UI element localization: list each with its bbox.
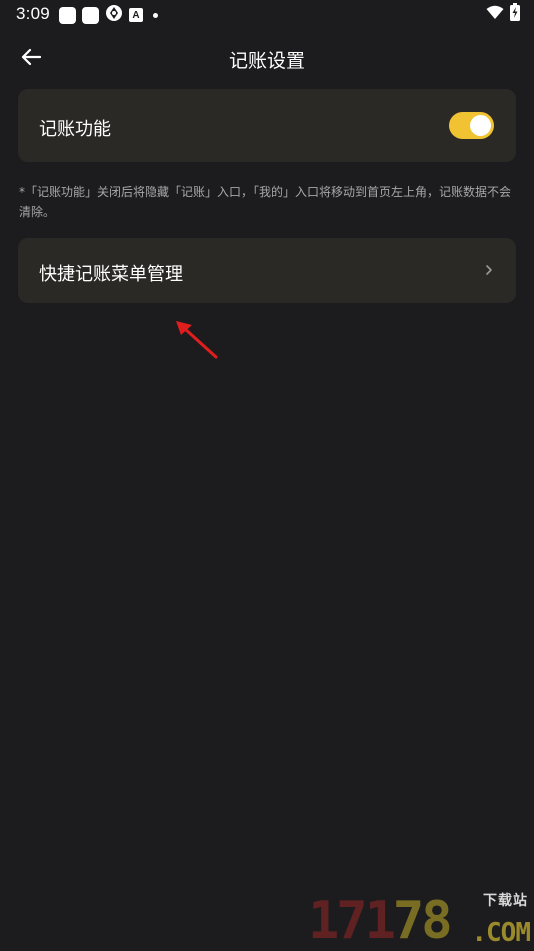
network-icon: [105, 4, 123, 26]
bookkeeping-note: *「记账功能」关闭后将隐藏「记账」入口，「我的」入口将移动到首页左上角，记账数据…: [19, 185, 512, 219]
bookkeeping-toggle-card: 记账功能: [18, 89, 516, 162]
wifi-icon: [486, 5, 504, 24]
bookkeeping-toggle-switch[interactable]: [449, 112, 494, 139]
dot-icon: [153, 12, 158, 18]
app-square-icon: [59, 6, 76, 24]
status-icons-right: [486, 3, 520, 25]
app-bar: 记账设置: [0, 34, 534, 82]
watermark-logo: 17178 下载站 .COM: [308, 890, 531, 951]
red-arrow-annotation-icon: [168, 314, 224, 364]
chevron-right-icon: [484, 262, 494, 278]
a-app-icon: A: [129, 8, 143, 22]
app-square-icon: [82, 6, 99, 24]
toggle-knob: [470, 115, 491, 136]
quick-menu-management-item[interactable]: 快捷记账菜单管理: [18, 238, 516, 303]
bookkeeping-toggle-label: 记账功能: [39, 119, 111, 140]
battery-charging-icon: [510, 3, 520, 25]
status-time: 3:09: [16, 4, 50, 23]
watermark-domain: .COM: [471, 918, 531, 948]
watermark-number: 17178: [308, 891, 453, 951]
quick-menu-management-label: 快捷记账菜单管理: [39, 264, 183, 285]
watermark-sub: 下载站: [483, 893, 528, 909]
status-icons-left: A: [59, 4, 158, 26]
status-bar: 3:09 A: [0, 0, 534, 30]
page-title: 记账设置: [228, 50, 305, 72]
